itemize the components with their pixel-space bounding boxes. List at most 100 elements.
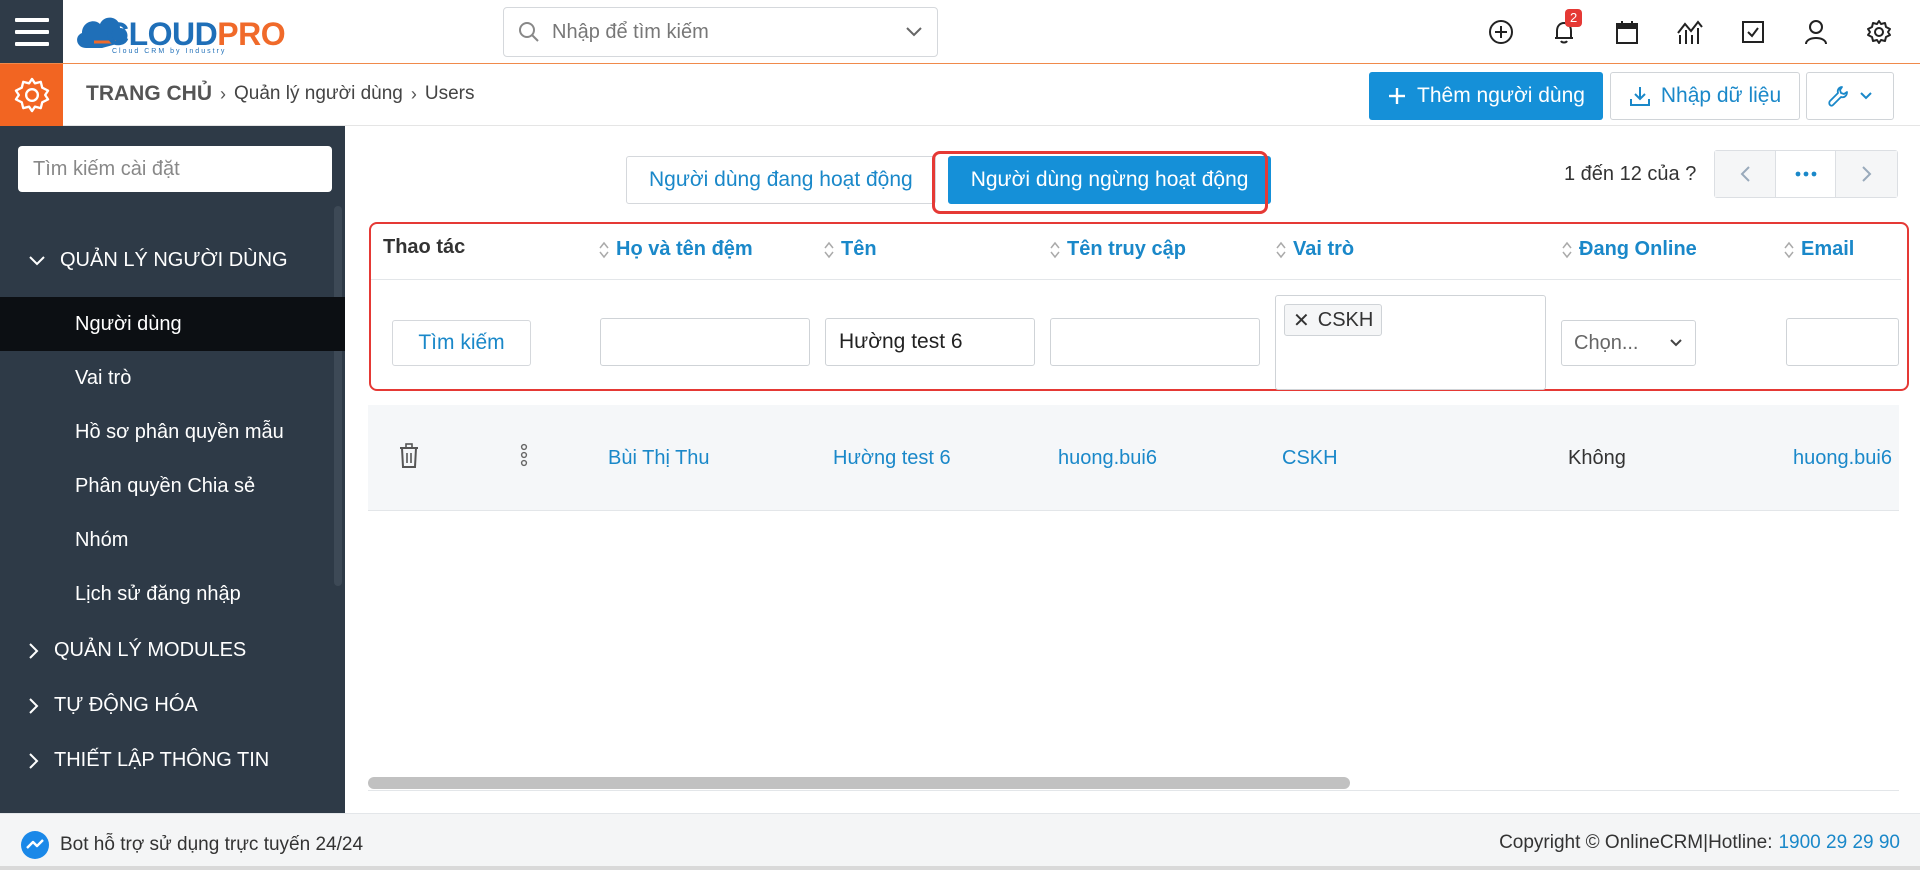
sidebar-group-label: THIẾT LẬP THÔNG TIN <box>54 749 270 771</box>
bell-icon[interactable]: 2 <box>1532 1 1595 64</box>
sidebar-group-label: QUẢN LÝ MODULES <box>54 639 247 661</box>
sidebar-group-label: TỰ ĐỘNG HÓA <box>54 694 198 716</box>
filter-username-input[interactable] <box>1050 318 1260 366</box>
chevron-right-icon <box>29 642 39 659</box>
sidebar-item-sharing[interactable]: Phân quyền Chia sẻ <box>0 459 345 513</box>
hotline-link[interactable]: 1900 29 29 90 <box>1778 832 1900 854</box>
column-header-middle-name[interactable]: Họ và tên đệm <box>598 238 753 261</box>
sidebar-group-user-management[interactable]: QUẢN LÝ NGƯỜI DÙNG <box>28 249 288 272</box>
cell-middle-name[interactable]: Bùi Thị Thu <box>608 447 710 470</box>
calendar-icon[interactable] <box>1595 1 1658 64</box>
sort-icon <box>1784 241 1794 258</box>
sort-icon <box>824 241 834 258</box>
chart-icon[interactable] <box>1658 1 1721 64</box>
role-chip: ✕ CSKH <box>1284 304 1383 336</box>
sidebar-item-groups[interactable]: Nhóm <box>0 513 345 567</box>
tools-dropdown-button[interactable] <box>1806 72 1894 120</box>
chevron-left-icon <box>1740 166 1751 182</box>
download-icon <box>1629 87 1650 106</box>
sidebar-item-profiles[interactable]: Hồ sơ phân quyền mẫu <box>0 405 345 459</box>
horizontal-scrollbar[interactable] <box>368 777 1350 789</box>
top-bar: CLOUDPRO Cloud CRM by Industry Nhập để t… <box>0 0 1920 64</box>
sort-icon <box>1276 241 1286 258</box>
filter-first-name-input[interactable]: Hường test 6 <box>825 318 1035 366</box>
filter-online-select[interactable]: Chọn... <box>1561 320 1696 366</box>
sort-icon <box>1050 241 1060 258</box>
sidebar-group-automation[interactable]: TỰ ĐỘNG HÓA <box>28 694 198 717</box>
sidebar-group-settings-info[interactable]: THIẾT LẬP THÔNG TIN <box>28 749 269 772</box>
plus-circle-icon[interactable] <box>1469 1 1532 64</box>
breadcrumb-home[interactable]: TRANG CHỦ <box>86 82 212 106</box>
breadcrumb-section[interactable]: Quản lý người dùng <box>234 83 403 105</box>
sort-icon <box>1562 241 1572 258</box>
trash-icon[interactable] <box>398 443 420 474</box>
breadcrumb-page: Users <box>424 83 475 104</box>
column-header-online[interactable]: Đang Online <box>1561 238 1697 261</box>
chevron-down-icon[interactable] <box>905 26 923 38</box>
search-icon <box>519 22 539 42</box>
chevron-down-icon <box>29 255 45 265</box>
messenger-icon <box>21 831 49 859</box>
tab-active-users[interactable]: Người dùng đang hoạt động <box>626 156 936 204</box>
column-header-role[interactable]: Vai trò <box>1275 238 1354 261</box>
footer-copyright: Copyright © OnlineCRM|Hotline: 1900 29 2… <box>1499 832 1900 854</box>
footer: Bot hỗ trợ sử dụng trực tuyến 24/24 Copy… <box>0 813 1920 870</box>
breadcrumb: TRANG CHỦ › Quản lý người dùng › Users <box>86 82 474 106</box>
column-header-first-name[interactable]: Tên <box>823 238 877 261</box>
pagination-range: 1 đến 12 của ? <box>1564 162 1697 185</box>
chevron-down-icon <box>1670 339 1682 347</box>
header-divider <box>371 279 1901 280</box>
sort-icon <box>599 241 609 258</box>
wrench-icon <box>1828 86 1848 107</box>
chevron-right-icon <box>29 752 39 769</box>
sidebar-item-users[interactable]: Người dùng <box>0 297 345 351</box>
column-header-email[interactable]: Email <box>1783 238 1854 261</box>
settings-gear-icon[interactable] <box>0 64 63 126</box>
settings-sidebar: Tìm kiếm cài đặt QUẢN LÝ NGƯỜI DÙNG Ngườ… <box>0 126 345 813</box>
cloudpro-logo[interactable]: CLOUDPRO Cloud CRM by Industry <box>72 6 302 58</box>
notification-badge: 2 <box>1565 8 1583 27</box>
chevron-right-icon: › <box>410 83 417 104</box>
sidebar-group-modules[interactable]: QUẢN LÝ MODULES <box>28 639 246 662</box>
pagination-buttons <box>1714 150 1899 198</box>
cell-email[interactable]: huong.bui6 <box>1793 447 1899 470</box>
more-vertical-icon[interactable] <box>520 443 528 472</box>
remove-chip-icon[interactable]: ✕ <box>1293 308 1310 333</box>
column-header-actions: Thao tác <box>383 236 466 258</box>
add-user-label: Thêm người dùng <box>1417 84 1585 107</box>
pagination: 1 đến 12 của ? <box>1564 150 1899 198</box>
global-search-input[interactable]: Nhập để tìm kiếm <box>503 7 938 57</box>
sidebar-item-roles[interactable]: Vai trò <box>0 351 345 405</box>
import-data-button[interactable]: Nhập dữ liệu <box>1610 72 1800 120</box>
settings-search-input[interactable]: Tìm kiếm cài đặt <box>18 146 332 192</box>
filter-email-input[interactable] <box>1786 318 1899 366</box>
import-data-label: Nhập dữ liệu <box>1660 84 1782 107</box>
add-user-button[interactable]: Thêm người dùng <box>1369 72 1603 120</box>
filter-middle-name-input[interactable] <box>600 318 810 366</box>
filter-search-button[interactable]: Tìm kiếm <box>392 320 531 366</box>
breadcrumb-bar: TRANG CHỦ › Quản lý người dùng › Users T… <box>0 64 1920 126</box>
sidebar-item-login-history[interactable]: Lịch sử đăng nhập <box>0 567 345 621</box>
cell-role[interactable]: CSKH <box>1282 447 1338 470</box>
cell-username[interactable]: huong.bui6 <box>1058 447 1157 470</box>
cell-first-name[interactable]: Hường test 6 <box>833 447 951 470</box>
plus-icon <box>1389 88 1406 104</box>
chevron-down-icon <box>1860 92 1872 100</box>
chevron-right-icon <box>29 697 39 714</box>
filter-role-multiselect[interactable]: ✕ CSKH <box>1275 295 1546 390</box>
next-page-button[interactable] <box>1836 151 1898 197</box>
checkbox-icon[interactable] <box>1721 1 1784 64</box>
gear-icon[interactable] <box>1847 1 1910 64</box>
column-header-username[interactable]: Tên truy cập <box>1049 238 1186 261</box>
chevron-right-icon: › <box>220 83 226 104</box>
tab-highlight-box <box>932 151 1268 214</box>
global-search-placeholder: Nhập để tìm kiếm <box>552 20 709 43</box>
chevron-right-icon <box>1862 166 1872 182</box>
top-icons: 2 <box>1469 0 1910 64</box>
page-more-button[interactable] <box>1776 151 1837 197</box>
menu-icon[interactable] <box>0 0 63 63</box>
chat-bot-link[interactable]: Bot hỗ trợ sử dụng trực tuyến 24/24 <box>20 830 363 860</box>
user-icon[interactable] <box>1784 1 1847 64</box>
prev-page-button[interactable] <box>1715 151 1777 197</box>
table-row: Bùi Thị Thu Hường test 6 huong.bui6 CSKH… <box>368 405 1899 511</box>
